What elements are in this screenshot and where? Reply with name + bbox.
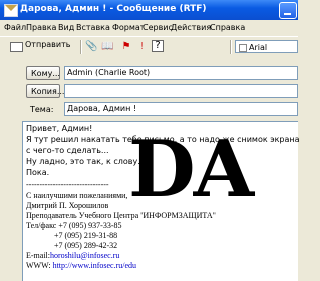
email-link[interactable]: horoshilu@infosec.ru [50,251,119,260]
flag-icon[interactable]: ⚑ [120,40,132,53]
signature-line: Дмитрий П. Хорошилов [26,201,109,210]
signature-line: Тел/факс +7 (095) 937-33-85 [26,221,122,230]
www-link[interactable]: http://www.infosec.ru/edu [53,261,136,270]
www-label: WWW: [26,261,53,270]
send-icon [10,42,23,52]
menu-bar: Файл Правка Вид Вставка Формат Сервис Де… [0,20,298,36]
body-line: с чего-то сделать... [26,146,109,155]
body-line: Пока. [26,168,50,177]
toolbar-separator [230,40,232,54]
menu-insert[interactable]: Вставка [76,23,110,32]
window-title: Дарова, Админ ! - Сообщение (RTF) [20,4,207,14]
menu-file[interactable]: Файл [4,23,26,32]
minimize-button[interactable] [279,2,297,19]
help-icon[interactable]: ? [152,40,164,52]
font-selector[interactable]: Arial [235,40,298,53]
menu-tools[interactable]: Сервис [143,23,173,32]
envelope-icon [4,4,18,17]
overlay-text: DA [128,124,254,215]
signature-line: +7 (095) 219-31-88 [26,231,118,240]
toolbar: Отправить 📎 📖 ⚑ ! ? Arial [0,36,298,58]
subject-label: Тема: [30,105,54,114]
to-button[interactable]: Кому... [26,66,60,80]
send-button[interactable]: Отправить [25,40,70,49]
menu-actions[interactable]: Действия [171,23,211,32]
message-header: Кому... Admin (Charlie Root) Копия... Те… [0,57,298,121]
attach-icon[interactable]: 📎 [85,40,97,53]
menu-view[interactable]: Вид [58,23,74,32]
menu-edit[interactable]: Правка [26,23,56,32]
email-line: E-mail:horoshilu@infosec.ru [26,251,119,260]
signature-line: С наилучшими пожеланиями, [26,191,128,200]
cc-button[interactable]: Копия... [26,84,64,98]
body-line: Привет, Админ! [26,124,93,133]
signature-separator: ------------------------------- [26,180,109,189]
cc-field[interactable] [64,84,298,98]
signature-line: +7 (095) 289-42-32 [26,241,118,250]
menu-help[interactable]: Справка [210,23,245,32]
address-book-icon[interactable]: 📖 [101,40,113,53]
www-line: WWW: http://www.infosec.ru/edu [26,261,136,270]
title-bar: Дарова, Админ ! - Сообщение (RTF) [0,0,298,20]
importance-icon[interactable]: ! [136,40,148,53]
body-line: Ну ладно, это так, к слову. [26,157,140,166]
email-label: E-mail: [26,251,50,260]
subject-field[interactable]: Дарова, Админ ! [64,102,298,116]
menu-format[interactable]: Формат [112,23,144,32]
toolbar-separator [80,40,82,54]
to-field[interactable]: Admin (Charlie Root) [64,66,298,80]
